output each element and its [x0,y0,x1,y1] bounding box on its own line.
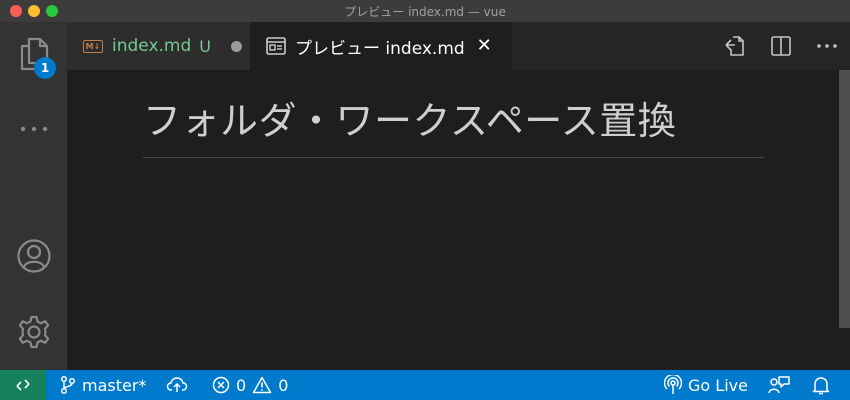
explorer-badge: 1 [34,57,56,79]
feedback-button[interactable] [768,370,790,400]
accounts-button[interactable] [0,234,67,278]
manage-button[interactable] [0,310,67,354]
vertical-scrollbar[interactable] [839,70,850,328]
error-count: 0 [236,375,247,395]
go-live-button[interactable]: Go Live [664,370,748,400]
remote-button[interactable] [0,370,46,400]
problems-status[interactable]: 0 0 [212,370,288,400]
notifications-button[interactable] [812,370,830,400]
gear-icon [18,315,49,349]
activity-bar: 1 [0,22,67,370]
branch-status[interactable]: master* [60,370,146,400]
tab-label: index.md [112,36,192,56]
preview-icon [266,37,286,55]
split-editor-icon [771,36,791,56]
status-bar: master* 0 0 Go Live [0,370,850,400]
minimize-window-button[interactable] [28,5,40,17]
split-editor-button[interactable] [758,22,804,70]
more-views-button[interactable] [0,114,67,144]
unsaved-dot-icon[interactable] [230,40,242,52]
title-bar: プレビュー index.md — vue [0,0,850,22]
editor-actions [712,22,850,70]
ellipsis-icon [20,126,47,132]
feedback-icon [768,376,790,394]
warning-icon [252,376,272,394]
branch-name: master* [82,375,147,395]
git-branch-icon [60,375,76,395]
remote-icon [16,379,30,391]
sync-button[interactable] [166,370,188,400]
open-source-icon [725,36,744,56]
markdown-icon: M↓ [83,39,103,53]
preview-heading: フォルダ・ワークスペース置換 [143,90,764,158]
warning-count: 0 [278,375,289,395]
broadcast-icon [664,375,682,394]
tab-preview-index-md[interactable]: プレビュー index.md ✕ [250,22,512,70]
cloud-upload-icon [166,377,188,392]
markdown-preview[interactable]: フォルダ・ワークスペース置換 [67,70,850,370]
git-untracked-badge: U [199,36,211,56]
tab-index-md[interactable]: M↓ index.md U [67,22,250,70]
window-title: プレビュー index.md — vue [344,4,506,19]
more-actions-button[interactable] [804,22,850,70]
zoom-window-button[interactable] [46,5,58,17]
error-icon [212,376,230,394]
close-window-button[interactable] [10,5,22,17]
account-icon [16,239,51,273]
go-live-label: Go Live [688,375,748,395]
open-source-button[interactable] [712,22,758,70]
close-tab-icon[interactable]: ✕ [477,37,492,55]
tab-label: プレビュー index.md [295,38,465,59]
bell-icon [812,377,830,395]
tab-bar: M↓ index.md U プレビュー index.md ✕ [67,22,850,70]
more-actions-icon [817,44,837,48]
